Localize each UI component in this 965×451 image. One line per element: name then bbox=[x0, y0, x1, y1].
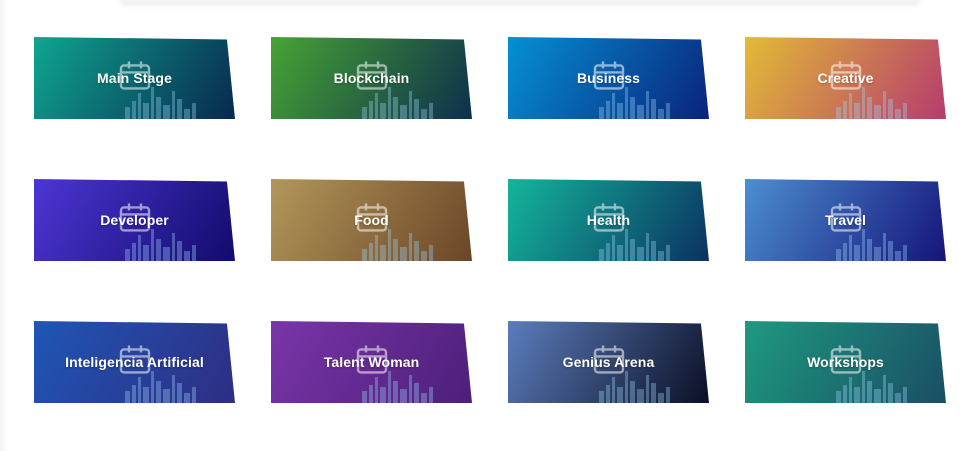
category-card-genius-arena[interactable]: Genius Arena bbox=[508, 321, 709, 403]
left-edge-decoration bbox=[0, 0, 8, 451]
category-label: Developer bbox=[100, 212, 169, 228]
category-card-business[interactable]: Business bbox=[508, 37, 709, 119]
category-label: Food bbox=[354, 212, 389, 228]
category-label: Blockchain bbox=[333, 70, 410, 86]
category-card-creative[interactable]: Creative bbox=[745, 37, 946, 119]
category-card-blockchain[interactable]: Blockchain bbox=[271, 37, 472, 119]
category-card-workshops[interactable]: Workshops bbox=[745, 321, 946, 403]
category-label: Travel bbox=[824, 212, 867, 228]
category-grid: Main Stage Blockchain Business Creative … bbox=[34, 37, 946, 407]
category-label: Business bbox=[576, 70, 641, 86]
category-card-inteligencia-artificial[interactable]: Inteligencia Artificial bbox=[34, 321, 235, 403]
category-label: Main Stage bbox=[97, 70, 172, 86]
category-card-food[interactable]: Food bbox=[271, 179, 472, 261]
category-label: Workshops bbox=[807, 354, 884, 370]
category-label: Health bbox=[586, 212, 631, 228]
category-label: Talent Woman bbox=[323, 354, 420, 370]
category-label: Creative bbox=[817, 70, 874, 86]
category-card-main-stage[interactable]: Main Stage bbox=[34, 37, 235, 119]
top-shadow-decoration bbox=[120, 0, 920, 8]
category-card-talent-woman[interactable]: Talent Woman bbox=[271, 321, 472, 403]
category-label: Genius Arena bbox=[562, 354, 655, 370]
category-label: Inteligencia Artificial bbox=[65, 354, 204, 370]
category-card-travel[interactable]: Travel bbox=[745, 179, 946, 261]
category-card-health[interactable]: Health bbox=[508, 179, 709, 261]
category-card-developer[interactable]: Developer bbox=[34, 179, 235, 261]
